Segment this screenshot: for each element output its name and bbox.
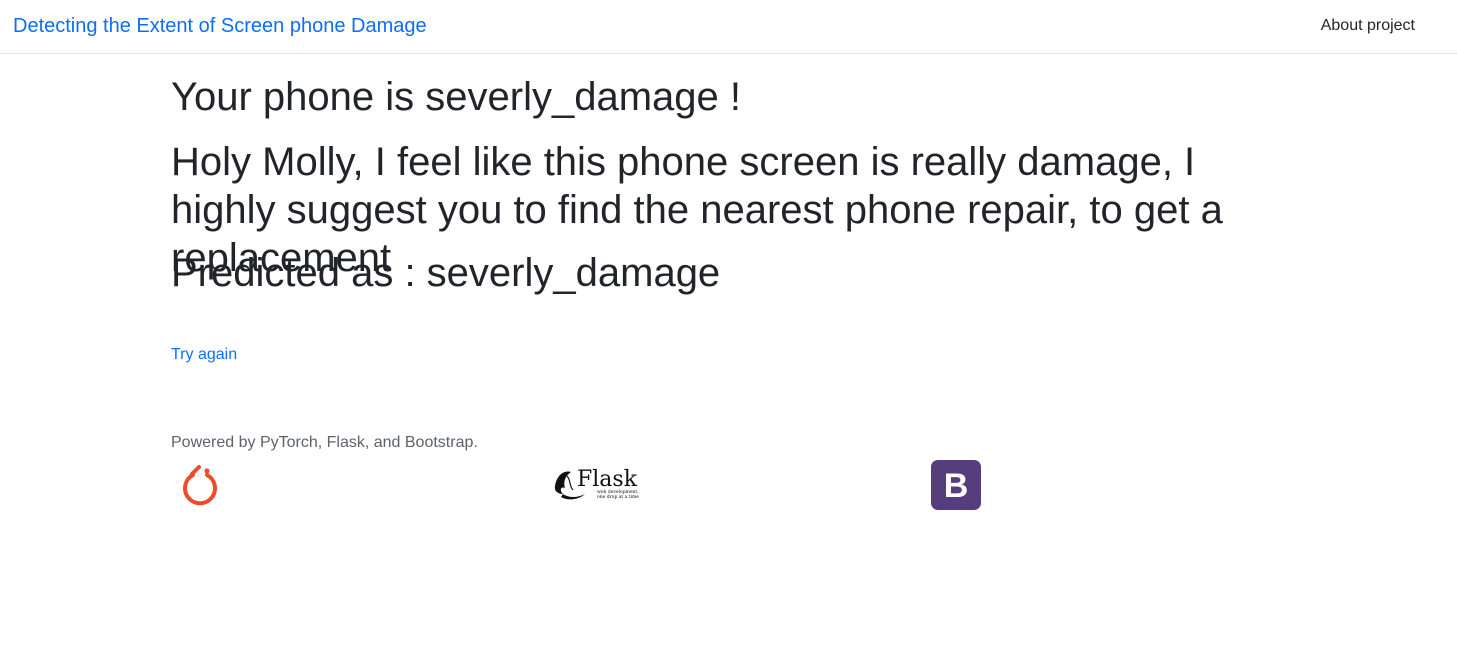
navbar: Detecting the Extent of Screen phone Dam… bbox=[0, 0, 1457, 54]
flask-tagline-2: one drop at a time bbox=[597, 494, 639, 500]
pytorch-logo-icon bbox=[181, 463, 221, 514]
powered-by-text: Powered by PyTorch, Flask, and Bootstrap… bbox=[171, 434, 478, 451]
flask-wordmark: Flask bbox=[577, 467, 638, 492]
try-again-link[interactable]: Try again bbox=[171, 345, 237, 365]
bootstrap-letter: B bbox=[944, 467, 969, 505]
about-project-link[interactable]: About project bbox=[1321, 16, 1415, 36]
result-heading: Your phone is severly_damage ! bbox=[171, 75, 741, 119]
predicted-label: Predicted as : severly_damage bbox=[171, 251, 721, 295]
bootstrap-logo-icon: B bbox=[931, 460, 981, 515]
flask-logo-icon: Flask web development, one drop at a tim… bbox=[551, 464, 643, 509]
navbar-brand-link[interactable]: Detecting the Extent of Screen phone Dam… bbox=[13, 14, 427, 38]
